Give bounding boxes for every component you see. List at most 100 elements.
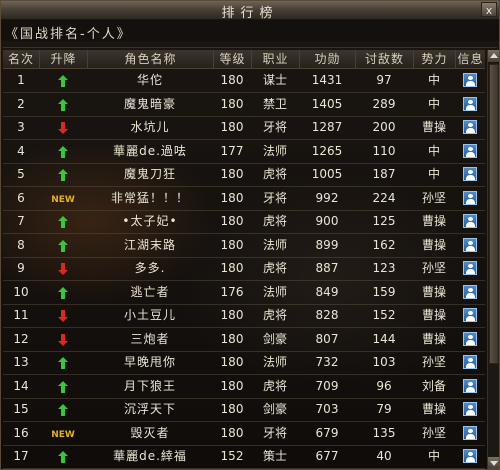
kill-count: 125 — [372, 214, 396, 228]
ranking-row[interactable]: 2 魔鬼暗豪 180 禁卫 1405 289 中 — [3, 93, 485, 117]
job-class: 虎将 — [262, 167, 287, 181]
character-name: 江湖末路 — [123, 238, 176, 252]
ranking-row[interactable]: 14 月下狼王 180 虎将 709 96 刘备 — [3, 375, 485, 399]
scroll-down-button[interactable] — [488, 457, 499, 469]
level-value: 152 — [220, 449, 244, 463]
rank-up-arrow-icon — [58, 286, 68, 299]
kill-count: 97 — [376, 73, 392, 87]
character-name: 魔鬼暗豪 — [123, 97, 176, 111]
header-name[interactable]: 角色名称 — [87, 50, 213, 68]
rank-number: 4 — [17, 144, 25, 158]
ranking-row[interactable]: 13 早晚甩你 180 法师 732 103 孙坚 — [3, 351, 485, 375]
header-rank[interactable]: 名次 — [3, 50, 39, 68]
profile-info-icon[interactable] — [463, 261, 477, 275]
job-class: 牙将 — [262, 191, 287, 205]
rank-up-arrow-icon — [58, 356, 68, 369]
title-bar[interactable]: 排行榜 x — [1, 1, 499, 21]
job-class: 法师 — [262, 144, 287, 158]
profile-info-icon[interactable] — [463, 191, 477, 205]
rank-change: NEW — [39, 187, 87, 210]
ranking-row[interactable]: 16 NEW 毁灭者 180 牙将 679 135 孙坚 — [3, 422, 485, 446]
profile-info-icon[interactable] — [463, 167, 477, 181]
job-class: 策士 — [262, 449, 287, 463]
new-badge: NEW — [51, 430, 75, 440]
rank-number: 2 — [17, 97, 25, 111]
leaderboard-window: 排行榜 x 《国战排名-个人》 名次 升降 角色名称 等级 职业 功勋 讨敌数 … — [0, 0, 500, 470]
merit-points: 1405 — [311, 97, 343, 111]
ranking-row[interactable]: 6 NEW 非常猛！！！ 180 牙将 992 224 孙坚 — [3, 187, 485, 211]
header-merit[interactable]: 功勋 — [299, 50, 355, 68]
profile-info-icon[interactable] — [463, 144, 477, 158]
ranking-row[interactable]: 10 逃亡者 176 法师 849 159 曹操 — [3, 281, 485, 305]
rank-change — [39, 69, 87, 92]
scrollbar[interactable] — [487, 50, 499, 469]
kill-count: 289 — [372, 97, 396, 111]
new-badge: NEW — [51, 195, 75, 205]
profile-info-icon[interactable] — [463, 214, 477, 228]
header-level[interactable]: 等级 — [213, 50, 251, 68]
rank-change — [39, 163, 87, 186]
level-value: 180 — [220, 308, 244, 322]
rank-down-arrow-icon — [58, 121, 68, 134]
profile-info-icon[interactable] — [463, 73, 477, 87]
rank-number: 8 — [17, 238, 25, 252]
profile-info-icon[interactable] — [463, 97, 477, 111]
profile-info-icon[interactable] — [463, 308, 477, 322]
ranking-row[interactable]: 5 魔鬼刀狂 180 虎将 1005 187 中 — [3, 163, 485, 187]
ranking-row[interactable]: 1 华佗 180 谋士 1431 97 中 — [3, 69, 485, 93]
arrow-down-icon — [490, 461, 498, 466]
header-faction[interactable]: 势力 — [413, 50, 455, 68]
character-name: 華麗de.過呿 — [113, 144, 187, 158]
close-button[interactable]: x — [481, 2, 497, 17]
faction-name: 中 — [427, 97, 440, 111]
ranking-row[interactable]: 7 •太子妃• 180 虎将 900 125 曹操 — [3, 210, 485, 234]
ranking-row[interactable]: 3 水坑儿 180 牙将 1287 200 曹操 — [3, 116, 485, 140]
job-class: 禁卫 — [262, 97, 287, 111]
profile-info-icon[interactable] — [463, 449, 477, 463]
level-value: 180 — [220, 355, 244, 369]
profile-info-icon[interactable] — [463, 426, 477, 440]
ranking-row[interactable]: 12 三炮者 180 剑豪 807 144 曹操 — [3, 328, 485, 352]
rank-change — [39, 93, 87, 116]
faction-name: 孙坚 — [421, 261, 446, 275]
ranking-row[interactable]: 15 沉浮天下 180 剑豪 703 79 曹操 — [3, 398, 485, 422]
faction-name: 中 — [427, 144, 440, 158]
header-job[interactable]: 职业 — [251, 50, 299, 68]
profile-info-icon[interactable] — [463, 285, 477, 299]
profile-info-icon[interactable] — [463, 379, 477, 393]
scroll-up-button[interactable] — [488, 50, 499, 62]
profile-info-icon[interactable] — [463, 402, 477, 416]
ranking-subtitle: 《国战排名-个人》 — [5, 27, 132, 42]
profile-info-icon[interactable] — [463, 120, 477, 134]
merit-points: 732 — [315, 355, 339, 369]
merit-points: 709 — [315, 379, 339, 393]
rank-change — [39, 328, 87, 351]
ranking-row[interactable]: 8 江湖末路 180 法师 899 162 曹操 — [3, 234, 485, 258]
ranking-row[interactable]: 17 華麗de.緈福 152 策士 677 40 中 — [3, 445, 485, 469]
rank-up-arrow-icon — [58, 450, 68, 463]
ranking-row[interactable]: 9 多多. 180 虎将 887 123 孙坚 — [3, 257, 485, 281]
job-class: 法师 — [262, 238, 287, 252]
header-change[interactable]: 升降 — [39, 50, 87, 68]
level-value: 180 — [220, 191, 244, 205]
kill-count: 135 — [372, 426, 396, 440]
job-class: 谋士 — [262, 73, 287, 87]
rank-number: 13 — [13, 355, 29, 369]
job-class: 牙将 — [262, 120, 287, 134]
header-kills[interactable]: 讨敌数 — [355, 50, 413, 68]
profile-info-icon[interactable] — [463, 238, 477, 252]
ranking-row[interactable]: 11 小土豆儿 180 虎将 828 152 曹操 — [3, 304, 485, 328]
level-value: 180 — [220, 238, 244, 252]
scroll-thumb[interactable] — [489, 64, 499, 364]
rank-up-arrow-icon — [58, 239, 68, 252]
profile-info-icon[interactable] — [463, 355, 477, 369]
header-info: 信息 — [455, 50, 485, 68]
profile-info-icon[interactable] — [463, 332, 477, 346]
rank-change — [39, 116, 87, 139]
ranking-row[interactable]: 4 華麗de.過呿 177 法师 1265 110 中 — [3, 140, 485, 164]
merit-points: 828 — [315, 308, 339, 322]
faction-name: 曹操 — [421, 285, 446, 299]
character-name: 多多. — [134, 261, 166, 275]
rank-change — [39, 140, 87, 163]
kill-count: 110 — [372, 144, 396, 158]
